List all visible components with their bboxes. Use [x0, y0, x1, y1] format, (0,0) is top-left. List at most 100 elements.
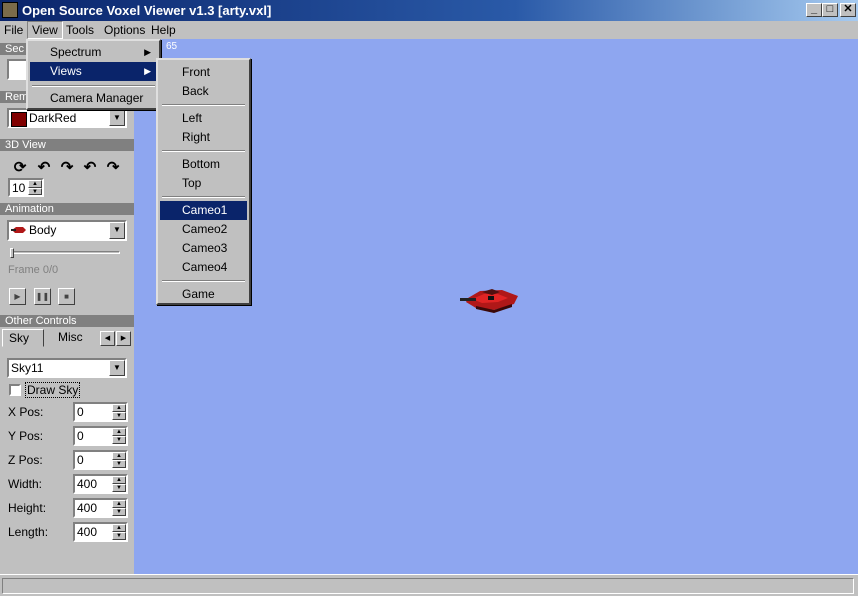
redo-arrow-icon[interactable]: ↷: [104, 158, 122, 176]
menu-help[interactable]: Help: [147, 22, 180, 38]
undo-arrow-icon[interactable]: ↶: [81, 158, 99, 176]
stop-button[interactable]: ■: [58, 288, 75, 305]
pause-button[interactable]: ❚❚: [34, 288, 51, 305]
tab-prev-icon[interactable]: ◀: [100, 331, 115, 346]
view-back[interactable]: Back: [160, 82, 247, 101]
width-label: Width:: [8, 477, 43, 491]
animation-section-select[interactable]: Body ▼: [7, 220, 127, 241]
app-icon[interactable]: [2, 2, 18, 18]
x-pos-stepper[interactable]: 0 ▲ ▼: [73, 402, 128, 422]
views-submenu: Front Back Left Right Bottom Top Cameo1 …: [156, 58, 251, 305]
spin-up-icon[interactable]: ▲: [112, 452, 126, 460]
view-cameo2[interactable]: Cameo2: [160, 220, 247, 239]
frame-label: Frame 0/0: [8, 264, 59, 276]
width-value: 400: [77, 477, 98, 491]
animation-dropdown-arrow-icon[interactable]: ▼: [109, 222, 125, 239]
rotate-icon[interactable]: ⟳: [11, 158, 29, 176]
spin-down-icon[interactable]: ▼: [112, 460, 126, 468]
menu-item-spectrum[interactable]: Spectrum ▶: [30, 43, 157, 62]
spin-down-icon[interactable]: ▼: [112, 412, 126, 420]
menu-view[interactable]: View: [27, 21, 63, 39]
model-thumbnail-icon: [11, 227, 26, 233]
remap-dropdown-arrow-icon[interactable]: ▼: [109, 110, 125, 126]
sky-select[interactable]: Sky11 ▼: [7, 358, 127, 378]
view-game[interactable]: Game: [160, 285, 247, 304]
status-bar: [0, 574, 858, 596]
menu-item-spectrum-label: Spectrum: [50, 45, 102, 59]
view-bottom[interactable]: Bottom: [160, 155, 247, 174]
frame-slider-thumb[interactable]: [10, 248, 14, 258]
status-panel: [2, 578, 854, 594]
y-pos-stepper[interactable]: 0 ▲ ▼: [73, 426, 128, 446]
menu-item-views[interactable]: Views ▶: [30, 62, 157, 81]
spin-down-icon[interactable]: ▼: [28, 187, 42, 195]
tab-misc-label: Misc: [58, 330, 83, 344]
menu-separator: [162, 280, 245, 282]
menu-separator: [162, 150, 245, 152]
z-pos-label: Z Pos:: [8, 453, 43, 467]
animation-section-name: Body: [29, 223, 57, 237]
x-pos-value: 0: [77, 405, 84, 419]
view-cameo1[interactable]: Cameo1: [160, 201, 247, 220]
tab-sky[interactable]: Sky: [2, 329, 44, 347]
y-pos-value: 0: [77, 429, 84, 443]
length-label: Length:: [8, 525, 49, 539]
menu-item-camera-manager[interactable]: Camera Manager: [30, 89, 157, 108]
tab-sky-label: Sky: [9, 331, 30, 345]
menu-tools[interactable]: Tools: [62, 22, 98, 38]
menu-item-views-label: Views: [50, 64, 82, 78]
x-pos-label: X Pos:: [8, 405, 44, 419]
remap-color-select[interactable]: DarkRed ▼: [7, 108, 127, 128]
view-left[interactable]: Left: [160, 109, 247, 128]
remap-color-name: DarkRed: [29, 111, 77, 125]
menu-item-camera-manager-label: Camera Manager: [50, 91, 144, 105]
length-value: 400: [77, 525, 98, 539]
viewport-corner-text: 65: [166, 41, 178, 52]
draw-sky-checkbox[interactable]: [9, 384, 21, 396]
tab-next-icon[interactable]: ▶: [116, 331, 131, 346]
length-stepper[interactable]: 400 ▲ ▼: [73, 522, 128, 542]
view-cameo3[interactable]: Cameo3: [160, 239, 247, 258]
spin-up-icon[interactable]: ▲: [112, 428, 126, 436]
menu-separator: [162, 196, 245, 198]
height-label: Height:: [8, 501, 47, 515]
spin-up-icon[interactable]: ▲: [112, 404, 126, 412]
window-title: Open Source Voxel Viewer v1.3 [arty.vxl]: [22, 3, 272, 18]
height-value: 400: [77, 501, 98, 515]
left-control-panel: Sec Rem DarkRed ▼ 3D View ⟳ ↶ ↷ ↶ ↷ 10 ▲…: [0, 39, 134, 574]
play-button[interactable]: ▶: [9, 288, 26, 305]
menu-file[interactable]: File: [0, 22, 27, 38]
rotate-right-icon[interactable]: ↷: [58, 158, 76, 176]
menu-bar: File View Tools Options Help: [0, 21, 858, 39]
spin-down-icon[interactable]: ▼: [112, 436, 126, 444]
rotation-step-value: 10: [12, 181, 26, 195]
view-cameo4[interactable]: Cameo4: [160, 258, 247, 277]
minimize-button[interactable]: _: [806, 3, 822, 17]
close-button[interactable]: ✕: [840, 3, 856, 17]
width-stepper[interactable]: 400 ▲ ▼: [73, 474, 128, 494]
view-right[interactable]: Right: [160, 128, 247, 147]
maximize-button[interactable]: □: [822, 3, 838, 17]
animation-header: Animation: [0, 203, 134, 215]
frame-slider-track[interactable]: [10, 251, 120, 254]
z-pos-stepper[interactable]: 0 ▲ ▼: [73, 450, 128, 470]
view-front[interactable]: Front: [160, 63, 247, 82]
spin-up-icon[interactable]: ▲: [112, 476, 126, 484]
sky-dropdown-arrow-icon[interactable]: ▼: [109, 360, 125, 376]
rotation-step-stepper[interactable]: 10 ▲ ▼: [8, 178, 44, 197]
sky-select-value: Sky11: [11, 361, 44, 375]
voxel-model[interactable]: [458, 286, 522, 316]
spin-down-icon[interactable]: ▼: [112, 508, 126, 516]
spin-down-icon[interactable]: ▼: [112, 484, 126, 492]
spin-up-icon[interactable]: ▲: [112, 500, 126, 508]
rotate-left-icon[interactable]: ↶: [35, 158, 53, 176]
submenu-arrow-icon: ▶: [144, 47, 151, 57]
height-stepper[interactable]: 400 ▲ ▼: [73, 498, 128, 518]
menu-options[interactable]: Options: [100, 22, 149, 38]
other-controls-header: Other Controls: [0, 315, 134, 327]
spin-down-icon[interactable]: ▼: [112, 532, 126, 540]
spin-up-icon[interactable]: ▲: [28, 180, 42, 188]
view-top[interactable]: Top: [160, 174, 247, 193]
spin-up-icon[interactable]: ▲: [112, 524, 126, 532]
tab-misc[interactable]: Misc: [46, 329, 98, 347]
